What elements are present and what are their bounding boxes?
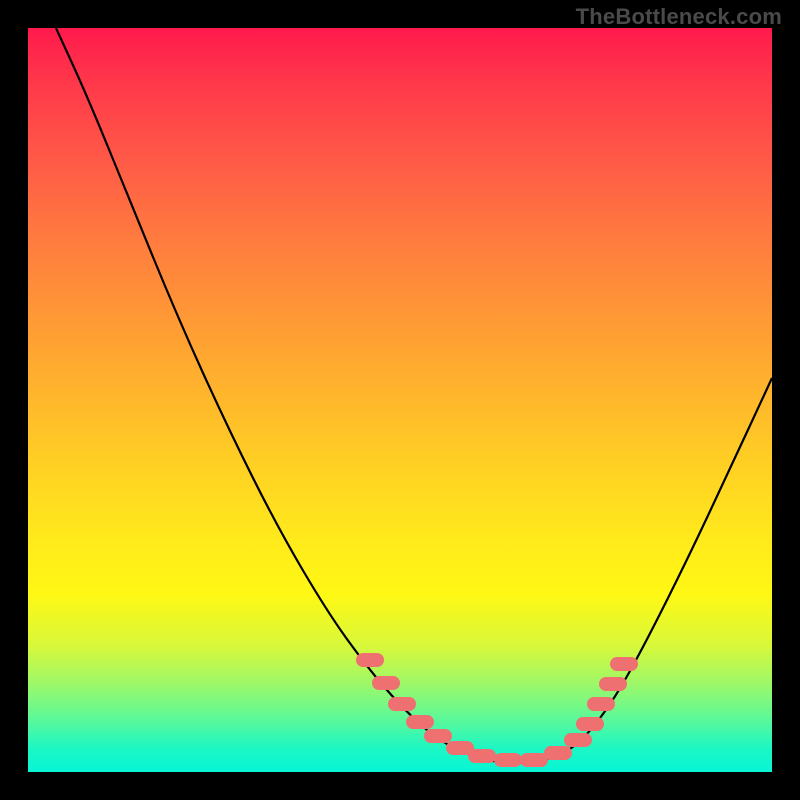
curve-line — [56, 28, 772, 763]
watermark-text: TheBottleneck.com — [576, 4, 782, 30]
valley-marker — [520, 753, 548, 767]
valley-marker — [494, 753, 522, 767]
plot-area — [28, 28, 772, 772]
valley-marker — [356, 653, 384, 667]
valley-marker — [406, 715, 434, 729]
valley-marker — [576, 717, 604, 731]
valley-marker — [587, 697, 615, 711]
chart-svg — [28, 28, 772, 772]
valley-marker — [564, 733, 592, 747]
valley-marker — [544, 746, 572, 760]
valley-markers — [356, 653, 638, 767]
valley-marker — [424, 729, 452, 743]
valley-marker — [610, 657, 638, 671]
valley-marker — [599, 677, 627, 691]
chart-frame: TheBottleneck.com — [0, 0, 800, 800]
valley-marker — [388, 697, 416, 711]
valley-marker — [468, 749, 496, 763]
valley-marker — [372, 676, 400, 690]
